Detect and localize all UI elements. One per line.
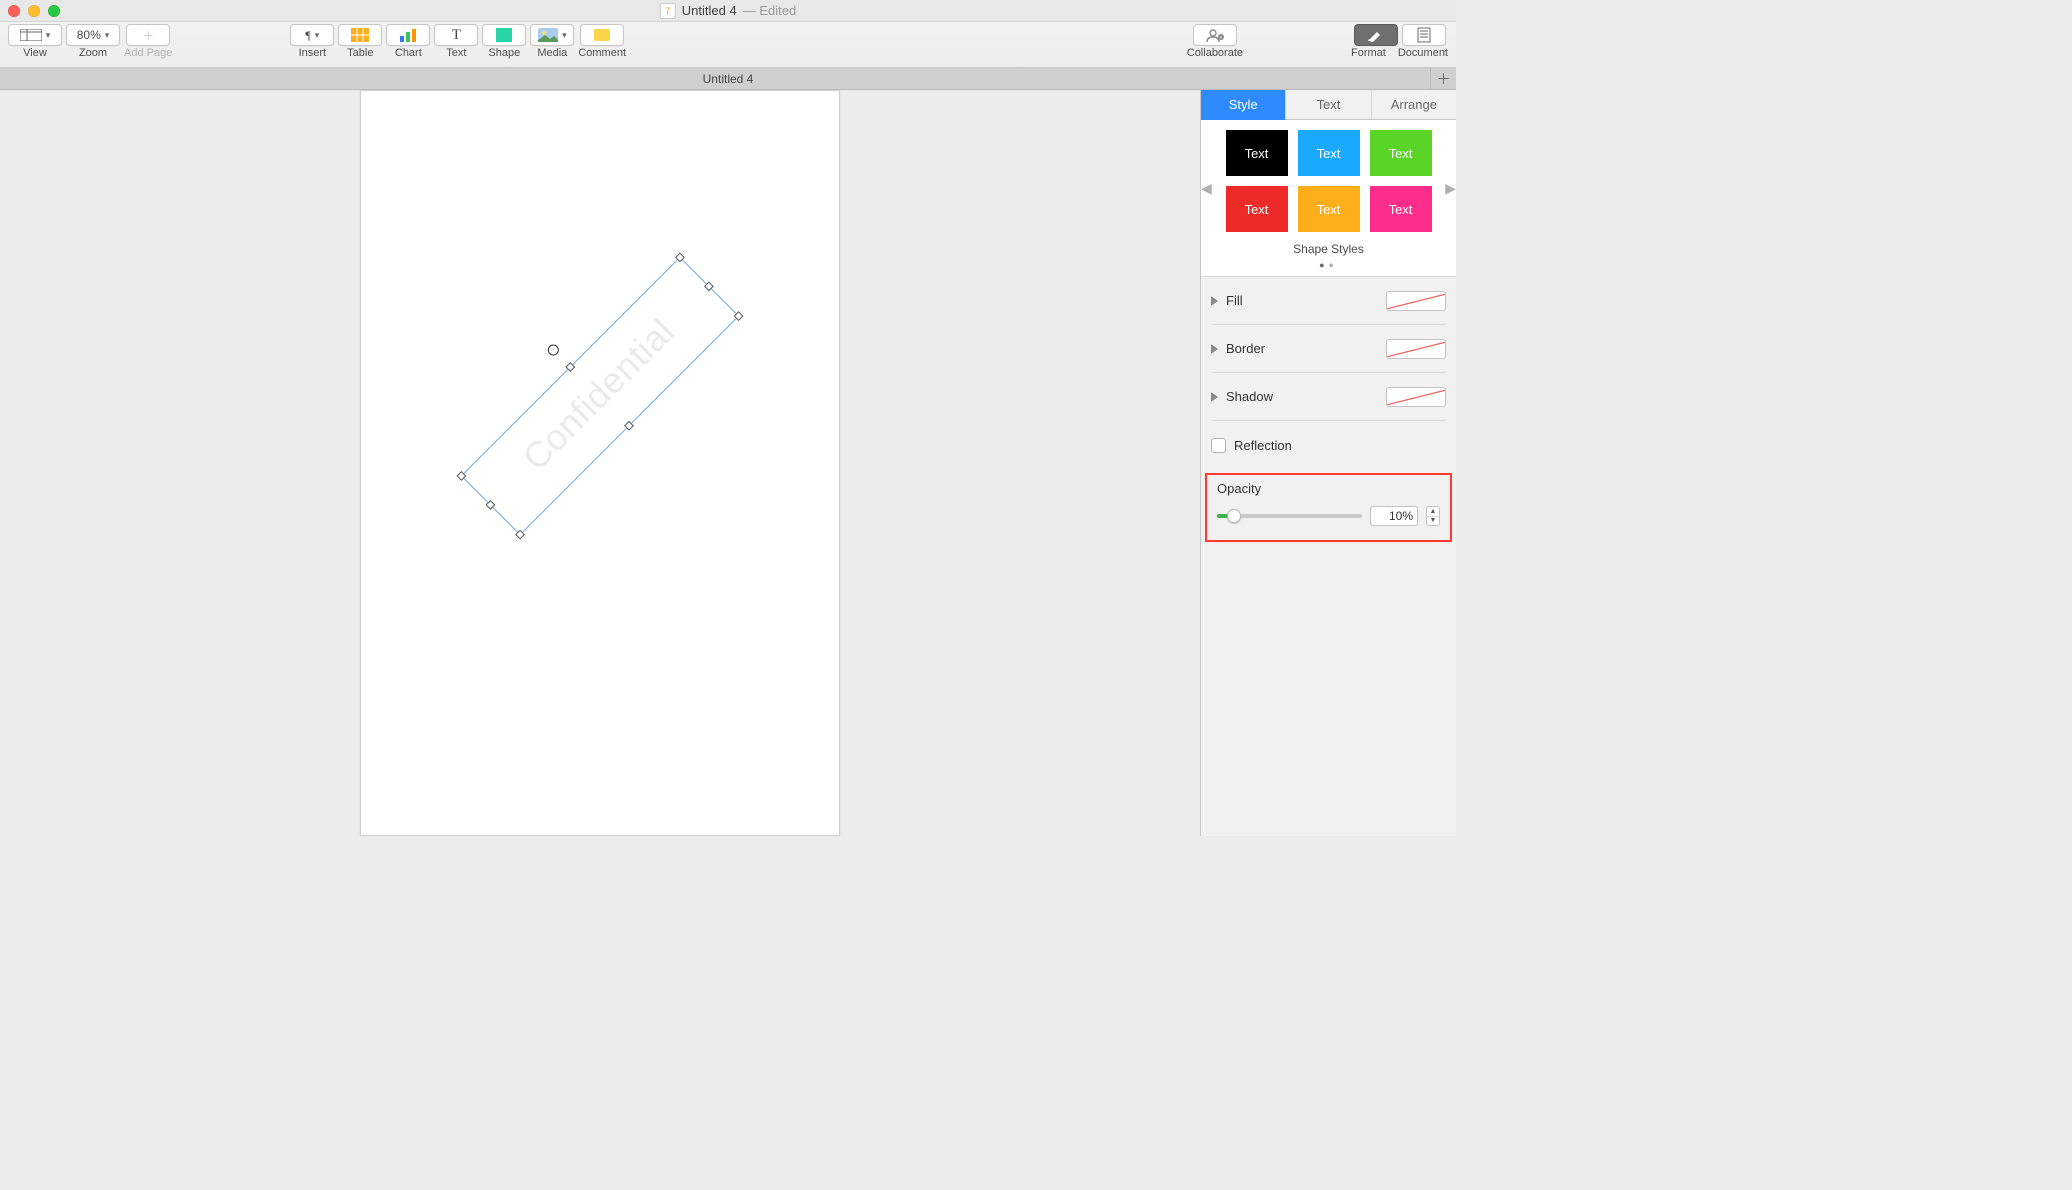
fill-label: Fill <box>1226 293 1243 308</box>
document-button[interactable] <box>1402 24 1446 46</box>
opacity-label: Opacity <box>1217 481 1440 496</box>
style-swatch-red[interactable]: Text <box>1226 186 1288 232</box>
resize-handle[interactable] <box>456 471 466 481</box>
add-page-label: Add Page <box>124 47 172 59</box>
resize-handle[interactable] <box>675 252 685 262</box>
collaborate-button[interactable]: + <box>1193 24 1237 46</box>
text-label: Text <box>446 47 466 59</box>
window-title: 7 Untitled 4 — Edited <box>660 3 796 19</box>
disclosure-triangle-icon[interactable] <box>1211 344 1218 354</box>
stepper-up-icon[interactable]: ▲ <box>1427 507 1439 517</box>
shape-label: Shape <box>488 47 520 59</box>
chevron-down-icon: ▾ <box>105 30 110 41</box>
resize-handle[interactable] <box>734 311 744 321</box>
style-swatch-blue[interactable]: Text <box>1298 130 1360 176</box>
border-swatch[interactable] <box>1386 339 1446 359</box>
opacity-slider[interactable] <box>1217 509 1362 523</box>
disclosure-triangle-icon[interactable] <box>1211 296 1218 306</box>
style-swatch-orange[interactable]: Text <box>1298 186 1360 232</box>
document-canvas[interactable]: Confidential <box>0 90 1200 836</box>
window-titlebar: 7 Untitled 4 — Edited <box>0 0 1456 22</box>
minimize-window-button[interactable] <box>28 5 40 17</box>
reflection-row[interactable]: Reflection <box>1211 421 1446 469</box>
slider-thumb[interactable] <box>1227 509 1241 523</box>
resize-handle[interactable] <box>565 362 575 372</box>
document-label: Document <box>1398 47 1448 59</box>
opacity-field[interactable]: 10% <box>1370 506 1418 526</box>
rotate-handle[interactable] <box>546 342 562 358</box>
tab-arrange[interactable]: Arrange <box>1372 90 1456 120</box>
zoom-label: Zoom <box>79 47 107 59</box>
chevron-down-icon: ▾ <box>315 30 320 41</box>
close-window-button[interactable] <box>8 5 20 17</box>
svg-text:+: + <box>1219 35 1222 41</box>
format-button[interactable] <box>1354 24 1398 46</box>
style-swatch-pink[interactable]: Text <box>1370 186 1432 232</box>
border-label: Border <box>1226 341 1265 356</box>
zoom-button[interactable]: 80% ▾ <box>66 24 120 46</box>
reflection-checkbox[interactable] <box>1211 438 1226 453</box>
comment-label: Comment <box>578 47 626 59</box>
document-title[interactable]: Untitled 4 <box>682 3 737 18</box>
watermark-text: Confidential <box>475 271 722 518</box>
style-swatch-green[interactable]: Text <box>1370 130 1432 176</box>
traffic-lights <box>8 5 60 17</box>
shadow-swatch[interactable] <box>1386 387 1446 407</box>
shape-styles-label: Shape Styles <box>1207 242 1450 256</box>
document-tab-strip: Untitled 4 ＋ <box>0 68 1456 90</box>
resize-handle[interactable] <box>624 421 634 431</box>
page[interactable]: Confidential <box>360 90 840 836</box>
chevron-down-icon: ▾ <box>562 30 567 41</box>
text-button[interactable]: T <box>434 24 478 46</box>
document-tab[interactable]: Untitled 4 <box>703 72 754 86</box>
media-button[interactable]: ▾ <box>530 24 574 46</box>
document-edited-status: — Edited <box>743 3 796 18</box>
fill-swatch[interactable] <box>1386 291 1446 311</box>
fill-row[interactable]: Fill <box>1211 277 1446 325</box>
comment-button[interactable] <box>580 24 624 46</box>
add-page-button[interactable]: ＋ <box>126 24 170 46</box>
format-inspector: Style Text Arrange ◀ ▶ Text Text Text Te… <box>1200 90 1456 836</box>
document-proxy-icon[interactable]: 7 <box>660 3 676 19</box>
chart-label: Chart <box>395 47 422 59</box>
style-swatch-black[interactable]: Text <box>1226 130 1288 176</box>
insert-label: Insert <box>299 47 327 59</box>
tab-text[interactable]: Text <box>1286 90 1371 120</box>
collaborate-label: Collaborate <box>1187 47 1243 59</box>
shape-styles-pane: ◀ ▶ Text Text Text Text Text Text Shape … <box>1201 120 1456 277</box>
chevron-down-icon: ▾ <box>46 30 51 41</box>
format-label: Format <box>1351 47 1386 59</box>
chart-button[interactable] <box>386 24 430 46</box>
reflection-label: Reflection <box>1234 438 1292 453</box>
next-styles-icon[interactable]: ▶ <box>1445 180 1456 197</box>
opacity-stepper[interactable]: ▲▼ <box>1426 506 1440 526</box>
border-row[interactable]: Border <box>1211 325 1446 373</box>
opacity-section: Opacity 10% ▲▼ <box>1205 473 1452 542</box>
fullscreen-window-button[interactable] <box>48 5 60 17</box>
table-label: Table <box>347 47 373 59</box>
insert-button[interactable]: ¶▾ <box>290 24 334 46</box>
tab-style[interactable]: Style <box>1201 90 1286 120</box>
shadow-label: Shadow <box>1226 389 1273 404</box>
view-label: View <box>23 47 47 59</box>
shape-button[interactable] <box>482 24 526 46</box>
prev-styles-icon[interactable]: ◀ <box>1201 180 1212 197</box>
zoom-value: 80% <box>77 28 101 42</box>
main-toolbar: ▾ View 80% ▾ Zoom ＋ Add Page ¶▾ Insert T… <box>0 22 1456 68</box>
table-button[interactable] <box>338 24 382 46</box>
view-button[interactable]: ▾ <box>8 24 62 46</box>
page-dots[interactable]: ●● <box>1207 260 1450 270</box>
resize-handle[interactable] <box>515 530 525 540</box>
selected-shape[interactable]: Confidential <box>445 241 755 551</box>
add-tab-button[interactable]: ＋ <box>1430 68 1456 89</box>
stepper-down-icon[interactable]: ▼ <box>1427 517 1439 526</box>
disclosure-triangle-icon[interactable] <box>1211 392 1218 402</box>
shadow-row[interactable]: Shadow <box>1211 373 1446 421</box>
media-label: Media <box>537 47 567 59</box>
